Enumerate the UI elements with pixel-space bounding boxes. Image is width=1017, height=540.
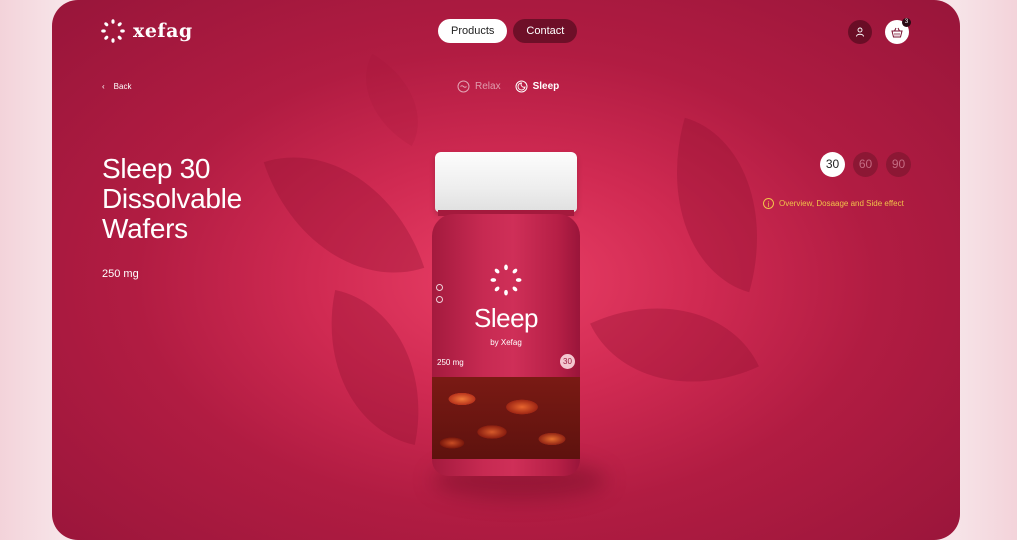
main-frame: xefag Products Contact 3 ‹ Back Relax Sl… [52,0,960,540]
product-dose: 250 mg [102,268,139,280]
bottle-label-name: Sleep [474,303,539,333]
title-line: Wafers [102,213,188,244]
user-icon [856,27,864,37]
mode-relax[interactable]: Relax [457,80,501,93]
info-label: Overview, Dosaage and Side effect [779,199,904,208]
bottle-capsules-window [432,377,580,459]
mode-switcher: Relax Sleep [457,80,559,93]
leaf-decoration [342,54,442,146]
quantity-option-90[interactable]: 90 [886,152,911,177]
user-button[interactable] [848,20,872,44]
relax-icon [457,80,470,93]
bottle-cap [435,152,577,212]
moon-icon [515,80,528,93]
leaf-decoration [590,266,759,424]
bottle-label-dose: 250 mg [437,358,464,367]
mode-relax-label: Relax [475,81,501,92]
info-link[interactable]: i Overview, Dosaage and Side effect [763,198,904,209]
product-title: Sleep 30 Dissolvable Wafers [102,154,242,244]
mode-sleep-label: Sleep [532,81,560,92]
info-icon: i [763,198,774,209]
basket-icon [891,27,903,37]
title-line: Sleep 30 [102,153,211,184]
leaf-decoration [263,125,425,305]
bottle-label-by: by Xefag [490,338,522,347]
mode-sleep[interactable]: Sleep [515,80,560,93]
brand-logo[interactable]: xefag [101,19,193,43]
logo-icon [101,19,125,43]
contact-button[interactable]: Contact [513,19,578,43]
quantity-selector: 30 60 90 [820,152,911,177]
cart-count-badge: 3 [902,18,911,27]
quantity-option-60[interactable]: 60 [853,152,878,177]
title-line: Dissolvable [102,183,242,214]
products-button[interactable]: Products [438,19,508,43]
leaf-decoration [307,290,443,445]
bottle-side-icon [436,284,443,291]
bottle-logo-icon [490,264,522,296]
brand-name: xefag [133,20,193,42]
bottle-label-count: 30 [560,354,575,369]
main-nav: Products Contact [438,19,578,43]
cart-button[interactable]: 3 [885,18,911,44]
quantity-option-30[interactable]: 30 [820,152,845,177]
bottle-side-icon [436,296,443,303]
back-label: Back [113,82,132,91]
back-link[interactable]: ‹ Back [102,82,131,91]
chevron-left-icon: ‹ [102,82,105,91]
product-bottle: ● ● ● ● ● ● Sleep by Xefag 250 mg 30 [432,214,580,476]
